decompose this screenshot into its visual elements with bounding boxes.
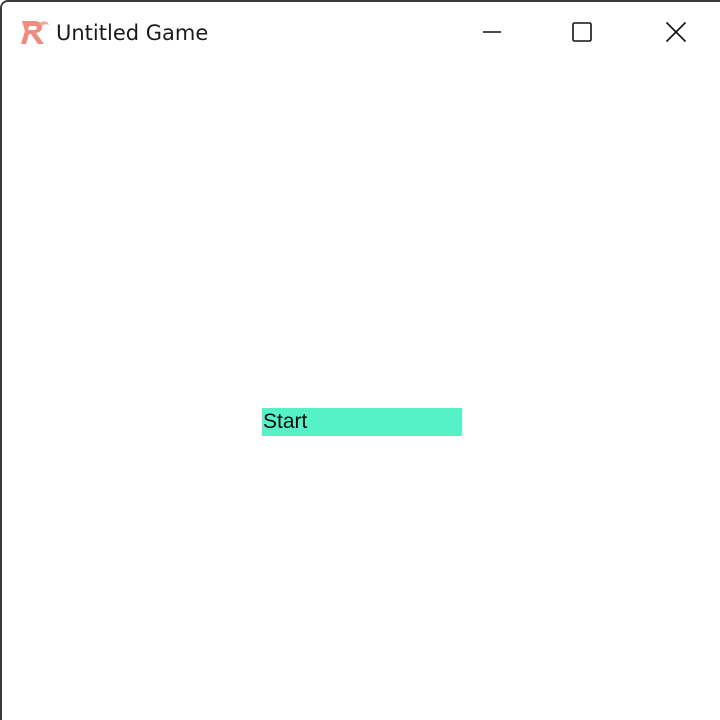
minimize-icon — [482, 22, 502, 42]
start-button[interactable]: Start — [262, 408, 462, 436]
close-button[interactable] — [630, 2, 720, 62]
window-title: Untitled Game — [56, 21, 209, 45]
minimize-button[interactable] — [446, 2, 538, 62]
title-bar[interactable]: Untitled Game — [2, 2, 720, 64]
game-canvas[interactable]: Start — [2, 64, 720, 720]
ribbon-r-icon — [19, 17, 51, 47]
game-window: Untitled Game Start — [0, 0, 720, 720]
maximize-button[interactable] — [536, 2, 628, 62]
close-icon — [665, 21, 687, 43]
maximize-icon — [571, 21, 593, 43]
